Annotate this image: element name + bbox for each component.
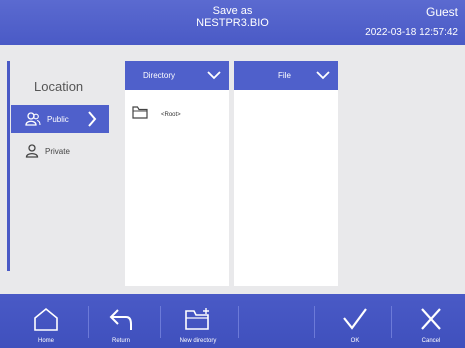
return-label: Return (111, 338, 130, 344)
checkmark-icon (342, 294, 368, 336)
title-bar: Save as NESTPR3.BIO Guest 2022-03-18 12:… (0, 0, 465, 45)
location-public[interactable]: Public (11, 105, 109, 133)
file-header-label: File (278, 71, 291, 80)
location-public-label: Public (47, 114, 69, 124)
close-icon (418, 294, 444, 336)
folder-icon (132, 105, 148, 124)
location-accent-bar (7, 61, 10, 271)
user-name: Guest (425, 5, 458, 19)
new-directory-button[interactable]: New directory (168, 294, 228, 348)
directory-panel: Directory <Root> (125, 61, 229, 286)
person-icon (25, 144, 39, 158)
group-icon (25, 112, 41, 126)
chevron-down-icon (316, 71, 330, 80)
directory-item-root[interactable]: <Root> (132, 105, 181, 124)
separator (88, 306, 89, 338)
location-private-label: Private (45, 146, 70, 156)
directory-item-label: <Root> (161, 111, 181, 118)
return-button[interactable]: Return (101, 294, 141, 348)
bottom-toolbar: Home Return New directory OK Cancel (0, 294, 465, 348)
cancel-button[interactable]: Cancel (411, 294, 451, 348)
chevron-down-icon (207, 71, 221, 80)
separator (238, 306, 239, 338)
datetime: 2022-03-18 12:57:42 (365, 27, 458, 38)
location-private[interactable]: Private (11, 140, 109, 162)
directory-dropdown[interactable]: Directory (125, 61, 229, 90)
file-dropdown[interactable]: File (234, 61, 338, 90)
return-arrow-icon (108, 294, 134, 336)
new-directory-label: New directory (179, 338, 217, 344)
new-folder-icon (184, 294, 212, 336)
separator (314, 306, 315, 338)
home-label: Home (37, 338, 54, 344)
ok-button[interactable]: OK (335, 294, 375, 348)
file-panel: File (234, 61, 338, 286)
home-icon (33, 294, 59, 336)
home-button[interactable]: Home (26, 294, 66, 348)
directory-header-label: Directory (143, 71, 176, 80)
location-title: Location (34, 79, 84, 94)
title-line-1: Save as (212, 5, 253, 17)
separator (391, 306, 392, 338)
separator (160, 306, 161, 338)
dialog-title: Save as NESTPR3.BIO (0, 5, 465, 29)
ok-label: OK (350, 338, 360, 344)
chevron-right-icon (87, 111, 97, 127)
cancel-label: Cancel (421, 338, 441, 344)
